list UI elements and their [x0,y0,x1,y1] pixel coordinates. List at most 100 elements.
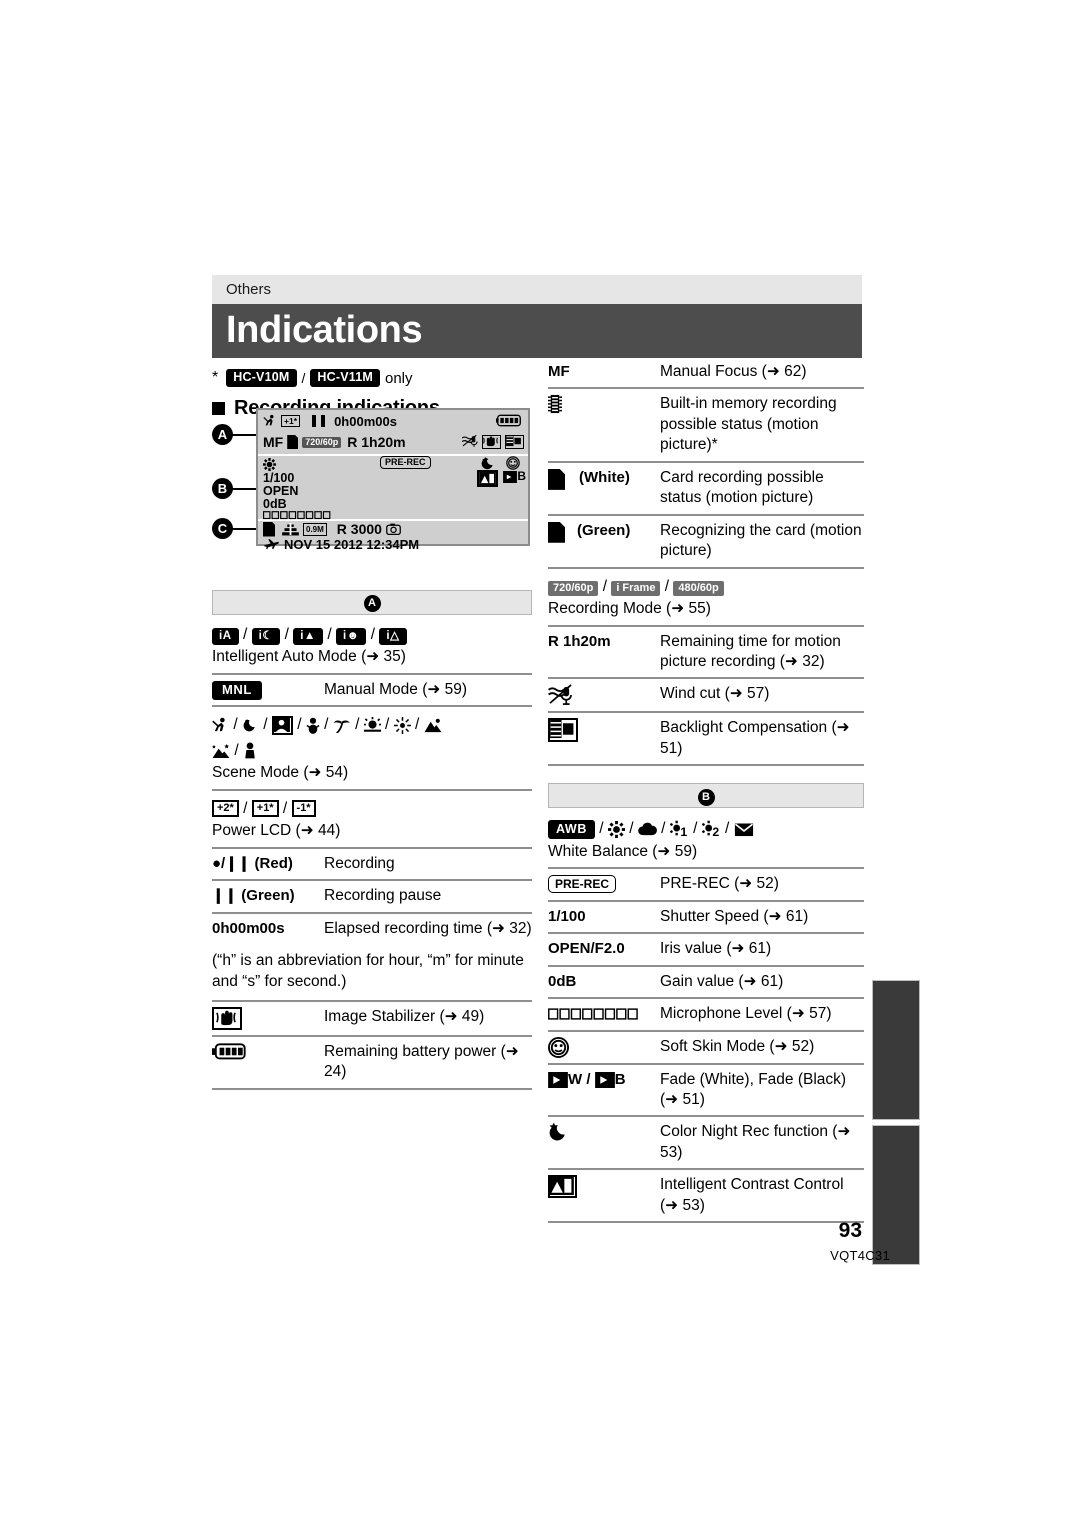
lcd-row-c1: 0.9M R 3000 [258,521,528,537]
lcd-row-a1: +1* 0h00m00s [258,410,528,432]
table-row: +2* / +1* / -1* Power LCD (➜ 44) [212,791,532,847]
backlight-compensation-value: Backlight Compensation (➜ 51) [660,719,850,757]
scene-mode-icons-row2: / [212,737,532,762]
card-green-value: Recognizing the card (motion picture) [660,521,862,560]
lcd-row-b2: 1/100 B [258,470,528,487]
card-green-label: (Green) [577,521,631,539]
callout-c: C [212,518,233,539]
manual-mode-key: MNL [212,680,324,700]
lcd-band-b: PRE-REC 1/100 B OPEN 0dB [258,456,528,521]
image-stabilizer-icon [482,434,501,449]
fade-white-icon [548,1071,568,1088]
table-row: MNL Manual Mode (➜ 59) [212,675,532,705]
footnote-asterisk: * [212,369,219,386]
lcd-row-b4: 0dB [258,498,528,511]
power-lcd-icon: +1* [281,415,300,427]
table-row: iA / i☾ / i▲ / i☻ / i△ Intelligent Auto … [212,615,532,673]
lcd-elapsed-time: 0h00m00s [334,413,397,429]
table-row: MF Manual Focus (➜ 62) [548,362,864,387]
table-row: 0h00m00s Elapsed recording time (➜ 32) [212,914,532,944]
lcd-row-b5 [258,511,528,521]
svg-text:2: 2 [712,825,719,838]
iris-value-key: OPEN/F2.0 [548,940,625,958]
fade-black-label: B [614,1070,626,1088]
remaining-time-key: R 1h20m [548,632,611,650]
table-row: Microphone Level (➜ 57) [548,999,864,1029]
tag-480-60p: 480/60p [673,580,724,596]
lcd-gain-value: 0dB [263,497,287,512]
power-lcd-plus1-icon: +1* [251,800,279,818]
abbreviation-note: (“h” is an abbreviation for hour, “m” fo… [212,952,524,990]
fade-key: W / B [548,1070,660,1111]
wind-cut-icon [462,434,478,447]
table-row: AWB / / / 1 / 2 / White Balance (➜ 59) [548,808,864,867]
table-row: ●/❙❙ (Red) Recording [212,849,532,879]
soft-skin-icon [506,456,520,470]
card-icon-photo [263,521,275,537]
gain-value-key: 0dB [548,972,577,990]
section-b-header: B [548,783,864,809]
manual-page: Others Indications * HC-V10M / HC-V11M o… [0,0,1080,1526]
model-chip-hc-v11m: HC-V11M [310,369,380,387]
night-portrait-icon [243,742,257,759]
prerec-value: PRE-REC (➜ 52) [660,875,779,893]
table-row: Built-in memory recording possible statu… [548,389,864,460]
footnote-separator: / [301,370,306,386]
table-row: W / B Fade (White), Fade (Black) (➜ 51) [548,1065,864,1116]
recording-mode-caption: Recording Mode (➜ 55) [548,600,711,618]
lcd-iris-value: OPEN [263,484,299,499]
callout-b: B [212,478,233,499]
fade-black-icon [594,1071,615,1088]
lcd-row-c2: NOV 15 2012 12:34PM [258,537,528,551]
soft-skin-key [548,1036,660,1058]
table-row: Intelligent Contrast Control (➜ 53) [548,1170,864,1221]
sports-icon [212,716,229,733]
lcd-mf-indicator: MF [263,434,284,450]
awb-chip: AWB [548,820,595,839]
card-white-key: (White) [548,468,660,509]
table-row: / / / / / / / / Scene Mode (➜ 54) [212,707,532,788]
ia-spotlight-icon: i△ [379,628,407,646]
right-column: MF Manual Focus (➜ 62) Built-in memory r… [548,362,864,1224]
table-row: Color Night Rec function (➜ 53) [548,1117,864,1168]
callout-a: A [212,424,233,445]
microphone-level-key [548,1004,660,1024]
backlight-compensation-icon [505,434,524,449]
table-row: (Green) Recognizing the card (motion pic… [548,516,864,567]
page-title: Indications [226,309,423,351]
lcd-shutter-speed: 1/100 [263,471,295,486]
remaining-time-value: Remaining time for motion picture record… [660,632,841,670]
beach-icon [333,716,351,733]
backlight-compensation-icon [548,718,578,743]
table-row: 720/60p / i Frame / 480/60p Recording Mo… [548,569,864,625]
page-title-bar: Indications [212,304,862,358]
edge-tab-upper [872,980,920,1120]
color-night-rec-value: Color Night Rec function (➜ 53) [660,1123,851,1161]
wind-cut-icon [548,684,574,706]
card-green-key: (Green) [548,521,660,562]
power-lcd-caption: Power LCD (➜ 44) [212,822,341,840]
lcd-band-c: 0.9M R 3000 NOV 15 2012 12:34PM [258,521,528,551]
microphone-level-icon [548,1005,640,1022]
wind-cut-value: Wind cut (➜ 57) [660,685,770,703]
built-in-memory-value: Built-in memory recording possible statu… [660,395,837,454]
indoor2-wb-icon: 2 [701,820,721,838]
recording-mode-tags: 720/60p / i Frame / 480/60p [548,573,864,598]
recording-mode-tag: 720/60p [302,436,342,448]
prerec-chip: PRE-REC [548,875,617,894]
power-lcd-minus1-icon: -1* [291,800,316,818]
portrait-icon [242,716,259,733]
ia-icon: iA [212,628,239,646]
document-id: VQT4C31 [830,1248,890,1263]
table-row: Soft Skin Mode (➜ 52) [548,1032,864,1063]
microphone-level-icon [263,511,333,522]
intelligent-contrast-value: Intelligent Contrast Control (➜ 53) [660,1176,844,1214]
fade-white-label: W [568,1070,583,1088]
prerec-indicator: PRE-REC [380,456,431,469]
elapsed-time-key: 0h00m00s [212,919,285,937]
recording-value: Recording [324,854,395,872]
table-row: OPEN/F2.0 Iris value (➜ 61) [548,934,864,964]
recording-pause-key: ❙❙ (Green) [212,887,295,905]
microphone-level-value: Microphone Level (➜ 57) [660,1005,832,1023]
recording-pause-icon [312,415,326,427]
